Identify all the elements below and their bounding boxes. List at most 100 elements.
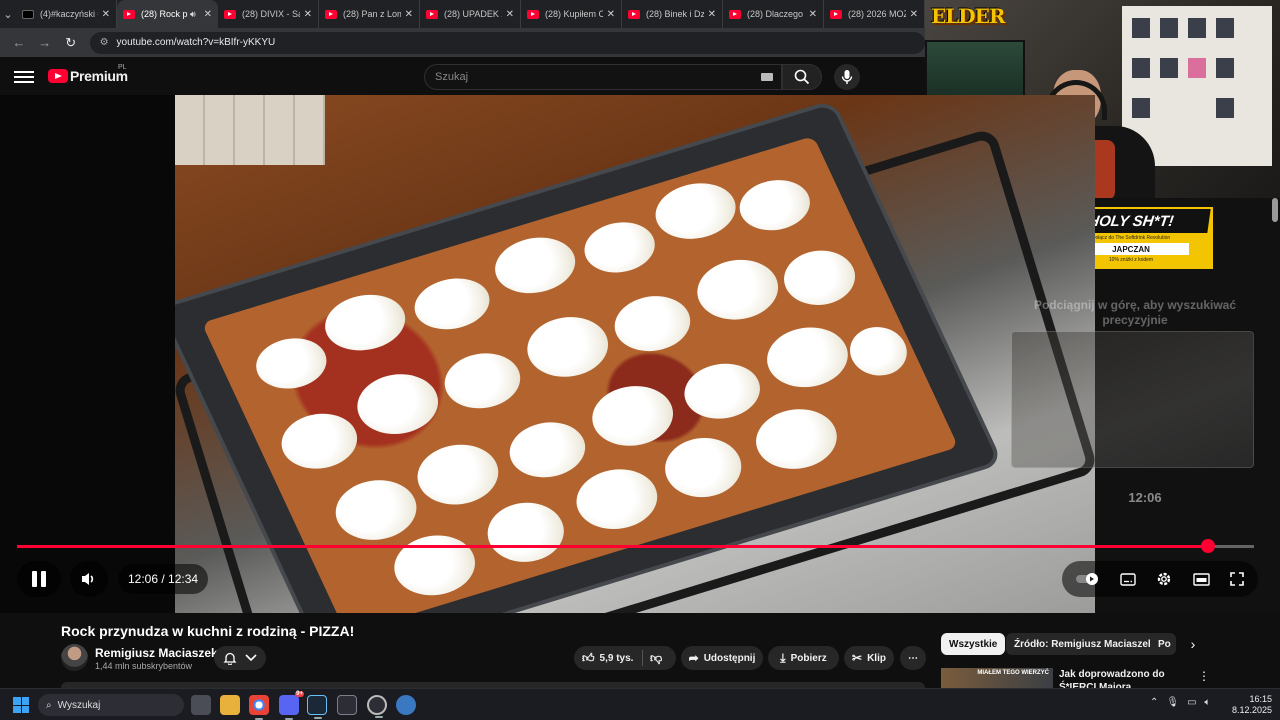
browser-tab[interactable]: (28) Rock p 🔊︎ ✕	[117, 0, 218, 28]
clock-date: 8.12.2025	[1231, 705, 1272, 715]
thumbs-down-icon[interactable]: 👎︎	[650, 651, 662, 666]
tab-search-button[interactable]: ⌄	[0, 0, 16, 28]
page-scrollbar[interactable]	[1272, 198, 1278, 222]
related-video-thumbnail[interactable]: MIAŁEM TEGO WIERZYĆ	[941, 668, 1053, 688]
site-info-icon[interactable]: ⚙	[100, 37, 109, 48]
more-actions-button[interactable]: ⋯	[900, 646, 926, 670]
tab-close-icon[interactable]: ✕	[304, 9, 312, 20]
tab-close-icon[interactable]: ✕	[405, 9, 413, 20]
mozzarella	[383, 526, 486, 605]
search-input[interactable]: Szukaj	[424, 64, 782, 90]
chip-all[interactable]: Wszystkie	[941, 633, 1006, 655]
mozzarella	[271, 405, 367, 478]
fullscreen-icon[interactable]	[1230, 572, 1244, 586]
network-icon[interactable]: ▭	[1187, 697, 1196, 708]
search-placeholder: Szukaj	[435, 71, 469, 83]
tab-close-icon[interactable]: ✕	[506, 9, 514, 20]
youtube-header: Premium PL Szukaj	[0, 57, 925, 95]
browser-tab[interactable]: (28) Dlaczego ✕	[723, 0, 824, 28]
microphone-icon	[841, 70, 853, 84]
chevron-right-icon[interactable]: ›	[1184, 635, 1202, 653]
url-field[interactable]: ⚙ youtube.com/watch?v=kBIfr-yKKYU	[89, 31, 925, 54]
browser-tab[interactable]: (28) Kupiłem C ✕	[521, 0, 622, 28]
reload-button[interactable]: ↻	[58, 30, 84, 56]
tab-close-icon[interactable]: ✕	[607, 9, 615, 20]
steam-icon[interactable]	[307, 695, 327, 719]
app-icon[interactable]	[337, 695, 357, 715]
channel-avatar[interactable]	[61, 644, 88, 671]
keyboard-icon[interactable]	[761, 73, 773, 81]
voice-search-button[interactable]	[834, 64, 860, 90]
clock[interactable]: 16:15 8.12.2025	[1226, 694, 1272, 716]
chip-source[interactable]: Źródło: Remigiusz Maciaszek	[1006, 633, 1162, 655]
browser-tab[interactable]: (28) DIVIX - Sa ✕	[218, 0, 319, 28]
thumbnail-text: MIAŁEM TEGO WIERZYĆ	[977, 670, 1049, 676]
mozzarella	[774, 242, 865, 314]
video-player[interactable]	[0, 95, 1095, 613]
time-display: 12:06 / 12:34	[118, 564, 209, 594]
seek-hint: Podciągnij w górę, aby wyszukiwać precyz…	[1033, 298, 1237, 327]
back-button[interactable]: ←	[6, 30, 32, 56]
mozzarella	[434, 344, 531, 417]
task-view-icon[interactable]	[191, 695, 211, 715]
progress-bar[interactable]	[17, 539, 1254, 553]
youtube-icon	[628, 9, 640, 19]
tab-close-icon[interactable]: ✕	[708, 9, 716, 20]
search-button[interactable]	[782, 64, 822, 90]
mozzarella	[325, 470, 428, 550]
related-video-title[interactable]: Jak doprowadzono do Ś*IERCI Majora Sucho…	[1059, 668, 1191, 688]
progress-played	[17, 545, 1209, 548]
video-title: Rock przynudza w kuchni z rodziną - PIZZ…	[61, 623, 355, 639]
youtube-premium-logo[interactable]: Premium PL	[48, 64, 128, 84]
video-frame	[175, 95, 1095, 613]
taskbar: ⌕ Wyszukaj 9+ ⌃ 🎙︎ ▭ 🔈︎ 16:15 8.12.2025	[0, 688, 1280, 720]
download-button[interactable]: ⤓ Pobierz	[768, 646, 839, 670]
taskbar-search[interactable]: ⌕ Wyszukaj	[38, 694, 184, 716]
microphone-tray-icon[interactable]: 🎙︎	[1166, 697, 1179, 708]
related-more-icon[interactable]: ⋮	[1198, 669, 1210, 683]
pause-button[interactable]	[17, 561, 61, 597]
browser-tab[interactable]: (28) UPADEK Z ✕	[420, 0, 521, 28]
tab-title: (28) 2026 MOZ	[848, 9, 906, 19]
subtitles-icon[interactable]	[1120, 572, 1136, 586]
start-button[interactable]	[13, 697, 29, 713]
settings-icon[interactable]	[396, 695, 416, 715]
obs-icon[interactable]	[367, 695, 387, 718]
tab-close-icon[interactable]: ✕	[204, 9, 212, 20]
settings-gear-icon[interactable]	[1156, 571, 1172, 587]
hamburger-menu-icon[interactable]	[14, 68, 34, 84]
player-right-controls	[1062, 561, 1258, 597]
discord-icon[interactable]: 9+	[279, 691, 304, 720]
browser-tab[interactable]: (28) 2026 MOZ ✕	[824, 0, 925, 28]
tiktok-icon	[22, 9, 34, 19]
discord-badge: 9+	[295, 691, 304, 697]
miniplayer-icon[interactable]	[1192, 572, 1210, 586]
speaker-icon[interactable]: 🔈︎	[1205, 697, 1211, 708]
mozzarella	[581, 376, 684, 456]
file-explorer-icon[interactable]	[220, 695, 240, 715]
autoplay-toggle-icon[interactable]	[1076, 572, 1100, 586]
chip-partial[interactable]: Po	[1150, 633, 1176, 655]
clip-button[interactable]: ✂ Klip	[844, 646, 894, 670]
tab-close-icon[interactable]: ✕	[102, 9, 110, 20]
browser-tab[interactable]: (4)#kaczyński # ✕	[16, 0, 117, 28]
mozzarella	[315, 285, 416, 360]
browser-tab[interactable]: (28) Binek i Dz ✕	[622, 0, 723, 28]
browser-tab[interactable]: (28) Pan z Lom ✕	[319, 0, 420, 28]
notifications-button[interactable]	[214, 646, 266, 670]
search-icon	[794, 69, 810, 85]
clip-label: Klip	[867, 652, 886, 664]
tab-audio-icon[interactable]: 🔊︎	[190, 9, 196, 20]
country-code: PL	[118, 64, 127, 71]
tab-title: (28) Pan z Lom	[343, 9, 401, 19]
mozzarella	[565, 460, 668, 539]
chevron-up-icon[interactable]: ⌃	[1150, 697, 1158, 708]
like-button[interactable]: 👍︎ 5,9 tys. 👎︎	[574, 646, 676, 670]
mute-button[interactable]	[70, 561, 108, 597]
tab-close-icon[interactable]: ✕	[910, 9, 918, 20]
chrome-icon[interactable]	[249, 695, 269, 720]
forward-button[interactable]: →	[32, 30, 58, 56]
share-button[interactable]: ➦ Udostępnij	[681, 646, 763, 670]
tab-close-icon[interactable]: ✕	[809, 9, 817, 20]
channel-name[interactable]: Remigiusz Maciaszek	[95, 646, 218, 660]
